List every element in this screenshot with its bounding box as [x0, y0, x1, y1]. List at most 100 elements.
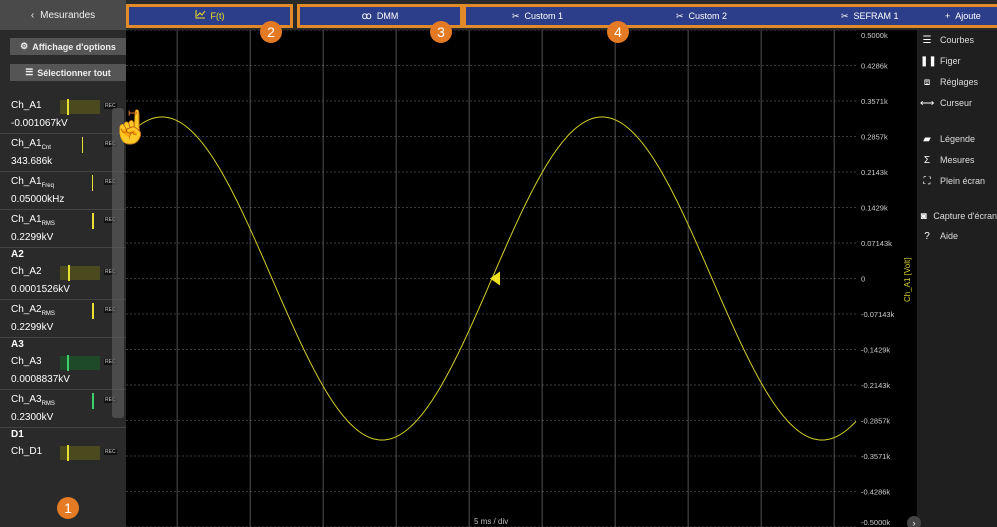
channel-row-ch-a1-freq[interactable]: Ch_A1Freq REC 0.05000kHz [0, 172, 126, 210]
annotation-badge-4: 4 [607, 21, 629, 43]
channel-value: -0.001067kV [11, 118, 68, 129]
tab-sefram-1-label: SEFRAM 1 [853, 11, 899, 21]
x-div-label: 5 ms / div [474, 517, 508, 526]
tools-icon: ✂ [512, 10, 520, 21]
y-tick-label: 0.2143k [861, 168, 888, 177]
channel-value: 0.0001526kV [11, 284, 70, 295]
channel-value: 0.2299kV [11, 322, 54, 333]
y-tick-label: -0.2143k [861, 381, 890, 390]
channel-row-ch-a2-rms[interactable]: Ch_A2RMS REC 0.2299kV [0, 300, 126, 338]
channel-row-ch-a3-rms[interactable]: Ch_A3RMS REC 0.2300kV [0, 390, 126, 428]
menu-curves[interactable]: ☰ Courbes [917, 30, 997, 50]
y-tick-label: 0 [861, 275, 865, 284]
legend-icon: ▰ [923, 133, 931, 145]
channel-row-ch-d1[interactable]: Ch_D1 REC [0, 442, 126, 480]
group-header-a2: A2 [11, 249, 24, 260]
channel-name: Ch_D1 [11, 446, 43, 457]
channel-marker [67, 355, 69, 371]
menu-measures-label: Mesures [940, 155, 975, 165]
y-tick-label: 0.4286k [861, 62, 888, 71]
y-tick-label: -0.5000k [861, 518, 890, 527]
group-header-d1: D1 [11, 429, 24, 440]
tools-icon: ✂ [841, 10, 849, 21]
tab-sefram-1[interactable]: ✂ SEFRAM 1 [841, 7, 899, 25]
camera-icon: ◙ [920, 210, 927, 222]
tab-custom-1-label: Custom 1 [524, 11, 564, 21]
menu-screenshot[interactable]: ◙ Capture d'écran [917, 206, 997, 226]
display-options-button[interactable]: ⚙ Affichage d'options [10, 38, 126, 55]
display-options-label: Affichage d'options [32, 41, 116, 52]
y-tick-label: 0.1429k [861, 204, 888, 213]
rec-badge[interactable]: REC [104, 449, 117, 455]
channel-marker [67, 99, 69, 115]
tab-custom-1[interactable]: ✂ Custom 1 [512, 7, 563, 25]
tab-group-custom: ✂ Custom 1 ✂ Custom 2 ✂ SEFRAM 1 + Ajout… [463, 4, 997, 28]
zero-level-marker[interactable] [490, 271, 500, 286]
right-menu: ☰ Courbes ❚❚ Figer ⧈ Réglages ⟷ Curseur ▰ Lég… [907, 30, 997, 527]
help-icon: ? [924, 230, 930, 242]
y-tick-label: 0.3571k [861, 97, 888, 106]
y-tick-labels: 0.5000k 0.4286k 0.3571k 0.2857k 0.2143k 0.142… [861, 31, 895, 527]
chevron-left-icon: ‹ [30, 9, 35, 21]
drag-arrow-icon: ↦ [128, 106, 139, 120]
scrollbar[interactable] [112, 108, 124, 418]
tab-ft-label: F(t) [210, 11, 225, 21]
select-all-label: Sélectionner tout [37, 67, 111, 78]
waveform-chart: 0.5000k 0.4286k 0.3571k 0.2857k 0.2143k 0.142… [125, 29, 912, 527]
group-header-a3: A3 [11, 339, 24, 350]
y-axis-label: Ch_A1 [Volt] [903, 258, 912, 302]
channel-color-chip [60, 446, 100, 460]
channel-color-chip [60, 266, 100, 280]
menu-legend-label: Légende [940, 134, 976, 144]
pause-icon: ❚❚ [920, 55, 937, 67]
y-tick-label: -0.1429k [861, 346, 890, 355]
tab-custom-2[interactable]: ✂ Custom 2 [676, 7, 727, 25]
menu-help[interactable]: ? Aide [917, 226, 997, 246]
divider [0, 337, 126, 338]
annotation-badge-2: 2 [260, 21, 282, 43]
channel-name: Ch_A2RMS [11, 304, 55, 317]
channel-value: 343.686k [11, 156, 53, 167]
channel-name: Ch_A3RMS [11, 394, 55, 407]
y-tick-label: -0.4286k [861, 488, 890, 497]
menu-freeze[interactable]: ❚❚ Figer [917, 51, 997, 71]
channel-marker [92, 175, 93, 191]
plot-area[interactable]: 0.5000k 0.4286k 0.3571k 0.2857k 0.2143k 0.142… [125, 29, 917, 527]
divider [0, 427, 126, 428]
channel-name: Ch_A1 [11, 100, 42, 111]
select-all-button[interactable]: ☰ Sélectionner tout [10, 64, 126, 81]
annotation-badge-3: 3 [430, 21, 452, 43]
chevron-right-icon[interactable]: › [907, 516, 921, 527]
menu-legend[interactable]: ▰ Légende [917, 129, 997, 149]
app-window: ‹ Mesurandes F(t) ꝏ DMM ✂ Custom 1 ✂ Cus… [0, 0, 997, 527]
menu-settings[interactable]: ⧈ Réglages [917, 72, 997, 92]
channel-row-ch-a1[interactable]: Ch_A1 REC -0.001067kV [0, 96, 126, 134]
divider [0, 247, 126, 248]
channel-row-ch-a2[interactable]: Ch_A2 REC 0.0001526kV [0, 262, 126, 300]
menu-fullscreen[interactable]: ⛶ Plein écran [917, 171, 997, 191]
y-tick-label: -0.2857k [861, 417, 890, 426]
back-button[interactable]: ‹ Mesurandes [0, 0, 126, 30]
channel-marker [92, 303, 94, 319]
channel-value: 0.0008837kV [11, 374, 70, 385]
menu-fullscreen-label: Plein écran [940, 176, 986, 186]
tab-dmm-label: DMM [376, 11, 399, 21]
list-icon: ☰ [25, 67, 34, 77]
tab-add[interactable]: + Ajoute [945, 7, 981, 25]
menu-cursor[interactable]: ⟷ Curseur [917, 93, 997, 113]
channel-name: Ch_A1Freq [11, 176, 54, 189]
y-tick-label: 0.5000k [861, 31, 888, 40]
menu-measures[interactable]: Σ Mesures [917, 150, 997, 170]
channel-name: Ch_A3 [11, 356, 42, 367]
channel-name: Ch_A1RMS [11, 214, 55, 227]
channel-row-ch-a3[interactable]: Ch_A3 REC 0.0008837kV [0, 352, 126, 390]
channel-row-ch-a1-rms[interactable]: Ch_A1RMS REC 0.2299kV [0, 210, 126, 248]
menu-curves-label: Courbes [940, 35, 975, 45]
channel-row-ch-a1-cnt[interactable]: Ch_A1Cnt REC 343.686k [0, 134, 126, 172]
channel-marker [82, 137, 83, 153]
channel-color-chip [60, 356, 100, 370]
settings-icon: ⧈ [923, 76, 931, 88]
menu-freeze-label: Figer [940, 56, 961, 66]
tools-icon: ✂ [676, 10, 684, 21]
channel-value: 0.05000kHz [11, 194, 65, 205]
